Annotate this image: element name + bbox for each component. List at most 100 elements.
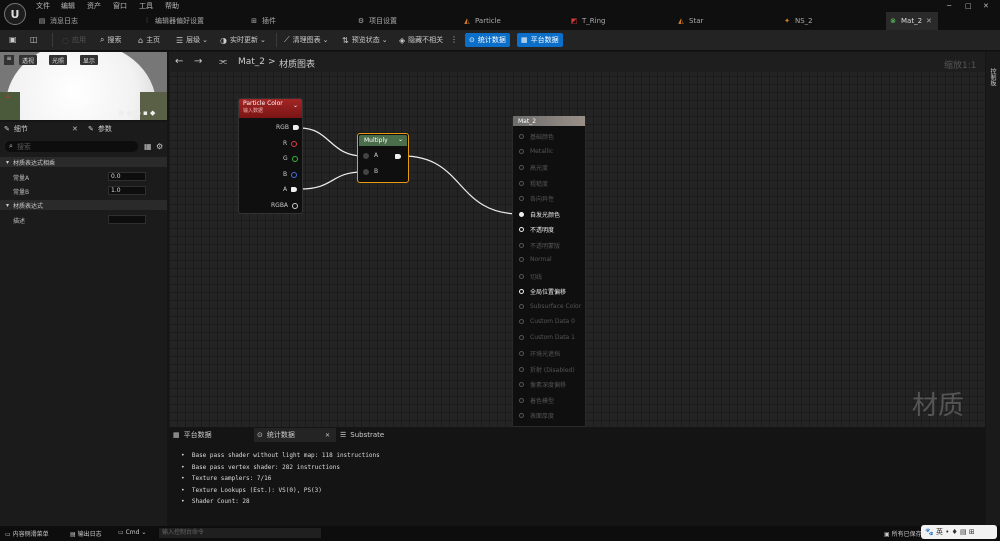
viewport-perspective-button[interactable]: 透视	[19, 55, 38, 65]
stats-button[interactable]: ⊙ 统计数据	[465, 33, 510, 47]
pin-a[interactable]: A	[283, 186, 298, 193]
particle-node-title: Particle Color	[243, 100, 283, 107]
material-green-icon: ⊗	[890, 17, 896, 25]
pin-g[interactable]: G	[283, 155, 298, 162]
details-search-input[interactable]: ⌕ 搜索	[5, 141, 138, 152]
menu-file[interactable]: 文件	[36, 1, 50, 11]
material-input-pin[interactable]: 着色模型	[519, 396, 554, 405]
hide-unrelated-button[interactable]: ◈ 隐藏不相关	[399, 35, 443, 45]
close-details-icon[interactable]: ✕	[72, 125, 78, 133]
home-button[interactable]: ⌂ 主页	[138, 35, 160, 45]
multiply-pin-a[interactable]: A	[363, 152, 378, 159]
viewport-menu-icon[interactable]: ≡	[4, 55, 14, 65]
material-input-pin[interactable]: 环境光遮挡	[519, 349, 560, 358]
tab-plugins[interactable]: ⊞ 插件	[250, 12, 350, 30]
pin-a-icon	[291, 187, 298, 192]
ime-indicator[interactable]: 🐾 英 • ♦ ▤ ⊞	[921, 525, 997, 539]
close-stats-icon[interactable]: ✕	[325, 432, 330, 439]
material-input-pin[interactable]: 各向异性	[519, 194, 554, 203]
pin-circle-icon	[519, 334, 524, 340]
clean-graph-button[interactable]: ⟋ 清理图表 ⌄	[284, 35, 328, 45]
save-status[interactable]: ▣ 所有已保存	[884, 529, 922, 538]
content-drawer-button[interactable]: ▭ 内容侧滑菜单	[5, 529, 49, 538]
multiply-output-pin-icon[interactable]	[395, 154, 401, 159]
menu-tools[interactable]: 工具	[139, 1, 153, 11]
unreal-logo[interactable]: U	[4, 3, 26, 25]
more-options-icon[interactable]: ⋮	[450, 35, 461, 44]
tab-stats[interactable]: ⊙ 统计数据	[254, 428, 336, 442]
material-input-pin[interactable]: 自发光颜色	[519, 210, 560, 219]
tab-star[interactable]: ◭ Star	[677, 12, 777, 30]
node-collapse-icon[interactable]: ⌄	[398, 136, 403, 143]
save-icon[interactable]: ▣	[9, 35, 20, 44]
multiply-pin-b[interactable]: B	[363, 168, 378, 175]
const-a-field[interactable]: 0.0	[108, 172, 146, 181]
menu-edit[interactable]: 编辑	[61, 1, 75, 11]
tab-editor-prefs[interactable]: ⫶ 编辑器偏好设置	[143, 12, 248, 30]
const-b-field[interactable]: 1.0	[108, 186, 146, 195]
section-multiply[interactable]: ▾ 材质表达式相乘	[0, 157, 167, 167]
material-input-pin[interactable]: 基础颜色	[519, 132, 554, 141]
material-node-header[interactable]: Mat_2	[513, 116, 585, 126]
cmd-dropdown[interactable]: ▭ Cmd ⌄	[118, 529, 146, 536]
breadcrumb-asset[interactable]: Mat_2	[238, 57, 265, 67]
material-input-pin[interactable]: 粗糙度	[519, 179, 548, 188]
pin-rgb[interactable]: RGB	[276, 124, 299, 131]
material-input-pin[interactable]: Subsurface Color	[519, 303, 581, 310]
output-log-button[interactable]: ▤ 输出日志	[70, 529, 102, 538]
back-arrow-icon[interactable]: ←	[175, 56, 183, 67]
tab-platform-stats[interactable]: ▦ 平台数据	[173, 428, 253, 442]
forward-arrow-icon[interactable]: →	[194, 56, 202, 67]
material-input-pin[interactable]: Normal	[519, 256, 552, 263]
node-collapse-icon[interactable]: ⌄	[293, 102, 298, 109]
material-input-pin[interactable]: Metallic	[519, 148, 553, 155]
pin-rgba[interactable]: RGBA	[271, 202, 299, 209]
tab-message-log[interactable]: ▤ 消息日志	[38, 12, 138, 30]
menu-help[interactable]: 帮助	[165, 1, 179, 11]
material-input-pin[interactable]: 不透明度	[519, 225, 554, 234]
material-input-pin[interactable]: 表面厚度	[519, 411, 554, 420]
tab-close-icon[interactable]: ✕	[926, 17, 932, 25]
description-field[interactable]	[108, 215, 146, 224]
material-input-pin[interactable]: 全局位置偏移	[519, 287, 566, 296]
tab-project-settings[interactable]: ⚙ 项目设置	[357, 12, 457, 30]
tab-particle[interactable]: ◭ Particle	[463, 12, 563, 30]
browse-icon[interactable]: ◫	[30, 35, 41, 44]
material-input-pin[interactable]: Custom Data 1	[519, 334, 575, 341]
tab-details[interactable]: ✎ 细节	[4, 122, 28, 136]
apply-button[interactable]: ◌ 应用	[62, 35, 86, 45]
preview-viewport[interactable]: ≡ 透视 光照 显示 ⊥ ● ● ● ▪ ◆	[0, 52, 167, 120]
material-input-pin[interactable]: 切线	[519, 272, 542, 281]
platform-stats-button[interactable]: ▦ 平台数据	[517, 33, 563, 47]
tab-t-ring[interactable]: ◩ T_Ring	[570, 12, 670, 30]
palette-tab[interactable]: 控制板	[988, 68, 997, 86]
preview-state-button[interactable]: ⇅ 预览状态 ⌄	[342, 35, 388, 45]
material-input-pin[interactable]: 像素深度偏移	[519, 380, 566, 389]
material-input-pin[interactable]: 高光度	[519, 163, 548, 172]
tab-ns-2[interactable]: ✦ NS_2	[783, 12, 883, 30]
pin-circle-icon	[519, 134, 524, 139]
preview-shape-icons[interactable]: ● ● ● ▪ ◆	[118, 109, 155, 117]
pin-r[interactable]: R	[283, 140, 298, 147]
viewport-lighting-button[interactable]: 光照	[49, 55, 68, 65]
table-view-icon[interactable]: ▦	[144, 142, 152, 151]
hierarchy-button[interactable]: ☰ 层级 ⌄	[176, 35, 208, 45]
pencil-icon: ✎	[4, 125, 10, 133]
material-input-pin[interactable]: 不透明蒙版	[519, 241, 560, 250]
minimize-icon[interactable]: ─	[947, 2, 951, 10]
settings-gear-icon[interactable]: ⚙	[156, 142, 163, 151]
menu-assets[interactable]: 资产	[87, 1, 101, 11]
pin-b[interactable]: B	[283, 171, 298, 178]
tab-substrate[interactable]: ☰ Substrate	[340, 428, 384, 442]
viewport-show-button[interactable]: 显示	[80, 55, 99, 65]
close-window-icon[interactable]: ✕	[983, 2, 989, 10]
maximize-icon[interactable]: □	[965, 2, 972, 10]
material-input-pin[interactable]: 折射 (Disabled)	[519, 365, 575, 374]
material-input-pin[interactable]: Custom Data 0	[519, 318, 575, 325]
section-expression[interactable]: ▾ 材质表达式	[0, 200, 167, 210]
console-input[interactable]: 输入控制台命令	[159, 528, 321, 538]
menu-window[interactable]: 窗口	[113, 1, 127, 11]
tab-parameters[interactable]: ✎ 参数	[88, 122, 112, 136]
search-button[interactable]: ⌕ 搜索	[100, 35, 121, 45]
live-update-button[interactable]: ◑ 实时更新 ⌄	[220, 35, 266, 45]
